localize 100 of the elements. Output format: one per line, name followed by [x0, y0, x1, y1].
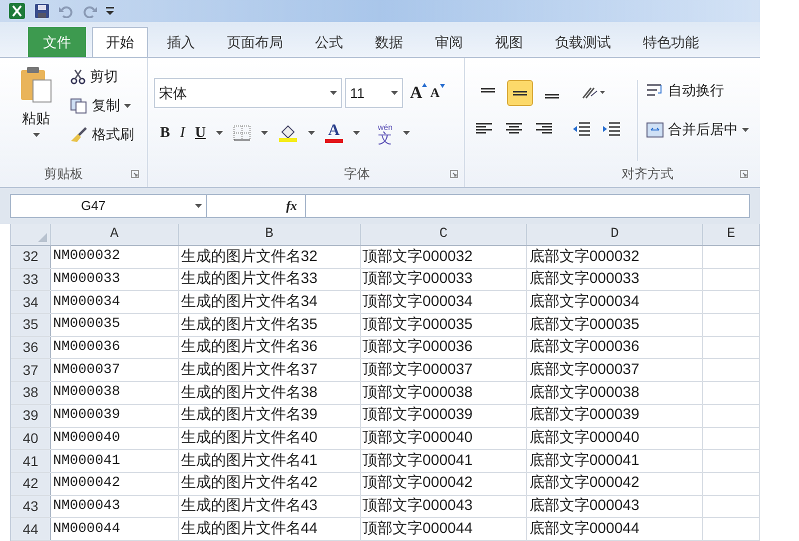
caret-icon: [352, 131, 360, 136]
ribbon-tab[interactable]: 负载测试: [542, 27, 624, 57]
increase-indent-icon[interactable]: [603, 122, 621, 136]
table-cell-text: 顶部文字000033: [362, 269, 473, 290]
row-header[interactable]: 33: [11, 268, 51, 290]
row-header[interactable]: 44: [11, 518, 51, 540]
table-cell-text: 顶部文字000035: [362, 314, 473, 335]
dialog-launcher-icon[interactable]: [740, 170, 748, 178]
group-label: 对齐方式: [622, 165, 674, 184]
table-cell-text: 顶部文字000042: [362, 473, 473, 494]
text-orientation-icon[interactable]: [581, 86, 605, 100]
shrink-font-button[interactable]: A: [430, 83, 445, 103]
row-header[interactable]: 41: [11, 450, 51, 472]
row-header[interactable]: 38: [11, 382, 51, 404]
font-name-field[interactable]: 宋体: [154, 78, 342, 108]
table-cell-text: 生成的图片文件名38: [180, 382, 318, 403]
name-box[interactable]: G47: [10, 194, 207, 218]
row-header[interactable]: 35: [11, 314, 51, 336]
fill-color-icon[interactable]: [278, 124, 298, 142]
row-header[interactable]: 40: [11, 428, 51, 450]
row-header[interactable]: 39: [11, 404, 51, 426]
row-header[interactable]: 42: [11, 472, 51, 495]
table-cell-text: NM000038: [52, 383, 120, 402]
table-cell-text: 顶部文字000043: [362, 496, 473, 516]
paste-button[interactable]: 粘贴: [14, 66, 58, 161]
caret-icon: [308, 131, 315, 136]
column-header[interactable]: A: [50, 224, 179, 245]
underline-button[interactable]: U: [195, 122, 206, 144]
border-icon[interactable]: [232, 125, 251, 142]
ribbon-tab[interactable]: 开始: [92, 27, 148, 57]
row-header[interactable]: 37: [11, 359, 51, 382]
table-cell-text: 生成的图片文件名37: [180, 360, 318, 380]
column-header[interactable]: B: [178, 224, 361, 245]
table-cell-text: 底部文字000035: [529, 314, 640, 335]
table-cell-text: 底部文字000034: [529, 292, 640, 312]
table-cell-text: 顶部文字000038: [362, 382, 473, 403]
spreadsheet-app-icon: [8, 2, 26, 20]
wrap-text-button[interactable]: 自动换行: [646, 80, 749, 101]
ribbon-tab[interactable]: 插入: [154, 27, 208, 57]
italic-button[interactable]: I: [180, 122, 186, 144]
cut-button[interactable]: 剪切: [70, 66, 134, 87]
wrap-text-icon: [646, 82, 664, 98]
save-icon[interactable]: [34, 3, 50, 19]
row-header[interactable]: 34: [11, 291, 51, 314]
table-cell-text: NM000040: [52, 428, 120, 448]
ribbon-tab[interactable]: 页面布局: [214, 27, 296, 57]
row-header[interactable]: 32: [11, 246, 51, 268]
ribbon-tab[interactable]: 视图: [482, 27, 536, 57]
copy-icon: [70, 98, 88, 114]
copy-button[interactable]: 复制: [70, 95, 134, 116]
table-cell-text: 顶部文字000044: [362, 518, 473, 539]
caret-icon: [742, 128, 749, 132]
insert-function-button[interactable]: fx: [286, 196, 297, 216]
font-color-button[interactable]: A: [324, 123, 343, 144]
grow-font-button[interactable]: A: [410, 80, 428, 106]
table-cell-text: NM000039: [52, 406, 120, 426]
merge-center-button[interactable]: 合并后居中: [646, 119, 749, 140]
customize-toolbar-icon[interactable]: [106, 6, 114, 16]
table-cell-text: 顶部文字000037: [362, 360, 473, 380]
font-size-field[interactable]: 11: [345, 78, 403, 108]
ribbon-tab[interactable]: 特色功能: [630, 27, 712, 57]
align-center-icon[interactable]: [505, 122, 523, 136]
row-header[interactable]: 43: [11, 496, 51, 518]
caret-icon: [216, 131, 223, 136]
column-header[interactable]: E: [703, 224, 760, 245]
column-header[interactable]: D: [527, 224, 704, 245]
ribbon-tab[interactable]: 数据: [362, 27, 416, 57]
table-cell-text: 生成的图片文件名33: [180, 269, 318, 290]
table-cell-text: NM000042: [52, 474, 120, 494]
dialog-launcher-icon[interactable]: [131, 170, 139, 178]
formula-input[interactable]: [305, 194, 750, 218]
table-cell-text: 底部文字000041: [529, 450, 640, 471]
table-cell-text: NM000036: [52, 338, 120, 358]
phonetic-button[interactable]: wén 文: [378, 123, 393, 144]
group-label: 剪贴板: [44, 165, 83, 184]
file-tab[interactable]: 文件: [28, 27, 86, 57]
align-right-icon[interactable]: [535, 122, 553, 136]
table-cell-text: 底部文字000039: [529, 405, 640, 426]
decrease-indent-icon[interactable]: [573, 122, 591, 136]
table-cell-text: 底部文字000037: [529, 360, 640, 380]
ribbon-tab[interactable]: 审阅: [422, 27, 476, 57]
column-header[interactable]: C: [360, 224, 528, 245]
vertical-align-button[interactable]: [507, 80, 533, 106]
table-cell-text: 底部文字000042: [529, 473, 640, 494]
table-cell-text: 生成的图片文件名40: [180, 428, 318, 448]
ribbon-tab[interactable]: 公式: [302, 27, 356, 57]
table-cell-text: 顶部文字000032: [362, 246, 473, 267]
scissors-icon: [70, 68, 86, 84]
table-cell-text: NM000037: [52, 360, 120, 380]
table-cell-text: NM000041: [52, 452, 120, 471]
bold-button[interactable]: B: [160, 122, 170, 144]
caret-icon: [195, 204, 202, 208]
dialog-launcher-icon[interactable]: [450, 170, 458, 178]
table-cell-text: NM000035: [52, 315, 120, 334]
format-painter-button[interactable]: 格式刷: [70, 124, 134, 145]
align-left-icon[interactable]: [475, 122, 493, 136]
table-cell-text: 生成的图片文件名34: [180, 292, 318, 312]
table-cell-text: 底部文字000043: [529, 496, 640, 516]
row-header[interactable]: 36: [11, 336, 51, 358]
table-cell-text: 顶部文字000040: [362, 428, 473, 448]
